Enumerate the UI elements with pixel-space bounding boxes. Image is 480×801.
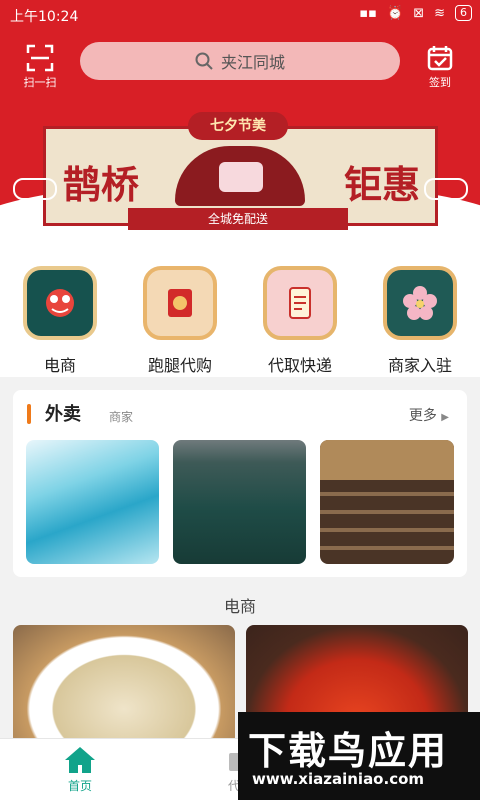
cloud-right-icon bbox=[424, 178, 468, 200]
sim-icon: ⊠ bbox=[413, 5, 425, 21]
category-ecommerce[interactable]: 电商 bbox=[5, 242, 115, 377]
status-bar: 上午10:24 ▪▪ ⏰ ⊠ ≋ 6 bbox=[0, 0, 480, 30]
cloud-left-icon bbox=[13, 178, 57, 200]
status-time: 上午10:24 bbox=[10, 9, 79, 25]
banner-left-title: 鹊桥 bbox=[63, 162, 140, 207]
merchant-thumbnail[interactable] bbox=[320, 440, 454, 564]
category-label: 商家入驻 bbox=[387, 356, 452, 375]
scan-label: 扫一扫 bbox=[23, 76, 57, 89]
scan-icon bbox=[26, 44, 54, 72]
category-label: 代取快递 bbox=[267, 356, 332, 375]
category-row: 电商 跑腿代购 代取快递 商家入驻 bbox=[0, 242, 480, 377]
product-card[interactable] bbox=[13, 625, 235, 745]
signal-icon: ▪▪ bbox=[359, 5, 377, 21]
search-bar[interactable]: 夹江同城 bbox=[80, 42, 400, 80]
ecommerce-section-title: 电商 bbox=[223, 597, 256, 616]
battery-icon: 6 bbox=[455, 5, 472, 21]
watermark-overlay: 下载鸟应用 www.xiazainiao.com bbox=[238, 712, 480, 800]
home-icon bbox=[65, 747, 95, 773]
qixi-envelope-icon bbox=[143, 266, 217, 340]
category-errand[interactable]: 跑腿代购 bbox=[125, 242, 235, 377]
merchant-thumbnail[interactable] bbox=[26, 440, 159, 564]
more-label: 更多 bbox=[408, 408, 437, 424]
calendar-check-icon bbox=[427, 46, 453, 71]
category-express[interactable]: 代取快递 bbox=[245, 242, 355, 377]
merchant-thumbnail[interactable] bbox=[173, 440, 306, 564]
search-placeholder: 夹江同城 bbox=[220, 53, 285, 72]
hero-header: 扫一扫 夹江同城 签到 七夕节美 鹊桥 钜惠 全城免配送 bbox=[0, 30, 480, 242]
takeout-title: 外卖 bbox=[45, 404, 81, 425]
search-icon bbox=[195, 52, 213, 70]
takeout-subtitle: 商家 bbox=[109, 410, 134, 424]
lucky-tag-icon bbox=[263, 266, 337, 340]
flower-icon bbox=[383, 266, 457, 340]
banner-subtitle: 全城免配送 bbox=[128, 208, 348, 230]
banner-tag: 七夕节美 bbox=[188, 112, 288, 140]
tab-home-label: 首页 bbox=[67, 779, 92, 793]
lion-dance-icon bbox=[23, 266, 97, 340]
category-merchant[interactable]: 商家入驻 bbox=[365, 242, 475, 377]
category-label: 跑腿代购 bbox=[147, 356, 212, 375]
wifi-icon: ≋ bbox=[434, 5, 445, 21]
more-link[interactable]: 更多 ▶ bbox=[409, 405, 449, 425]
promo-banner[interactable]: 七夕节美 鹊桥 钜惠 全城免配送 bbox=[13, 112, 468, 236]
cake-icon bbox=[219, 162, 263, 192]
alarm-icon: ⏰ bbox=[387, 5, 404, 21]
banner-right-title: 钜惠 bbox=[343, 162, 420, 207]
category-label: 电商 bbox=[43, 356, 76, 375]
watermark-title: 下载鸟应用 bbox=[248, 729, 449, 773]
checkin-button[interactable]: 签到 bbox=[415, 44, 465, 96]
scan-button[interactable]: 扫一扫 bbox=[15, 44, 65, 96]
tab-home[interactable]: 首页 bbox=[40, 745, 120, 794]
section-accent-bar bbox=[27, 404, 31, 424]
watermark-url: www.xiazainiao.com bbox=[252, 770, 425, 788]
checkin-label: 签到 bbox=[429, 76, 451, 89]
takeout-card: 外卖 商家 更多 ▶ bbox=[13, 390, 467, 577]
triangle-right-icon: ▶ bbox=[441, 412, 449, 423]
status-icons: ▪▪ ⏰ ⊠ ≋ 6 bbox=[359, 5, 472, 21]
